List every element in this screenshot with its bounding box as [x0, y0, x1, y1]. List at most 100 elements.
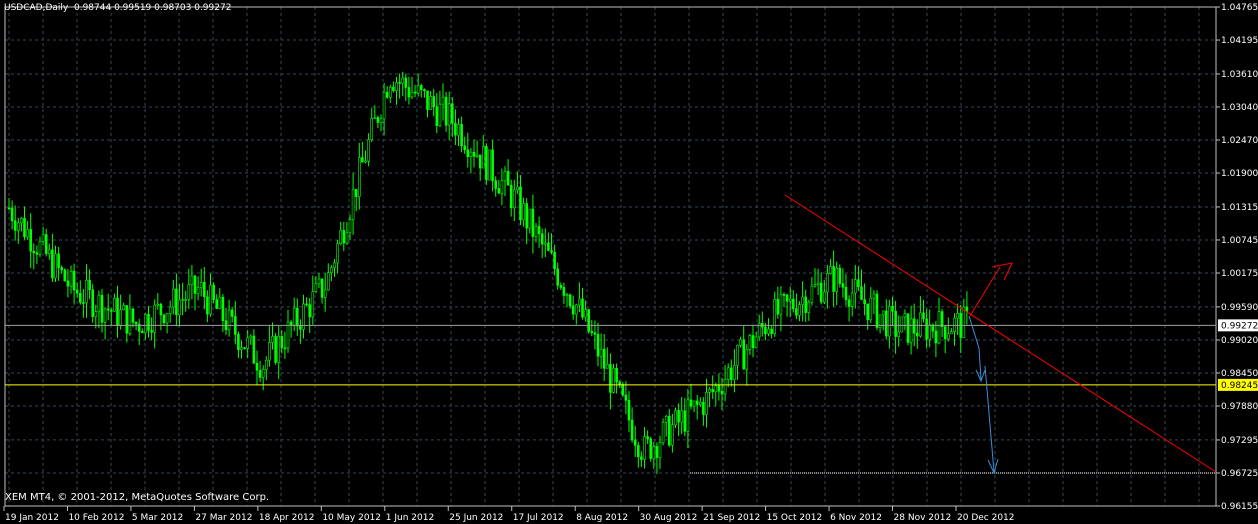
candle-body: [162, 314, 166, 324]
candle-body: [314, 283, 318, 292]
candle-body: [547, 242, 550, 251]
candle-body: [172, 288, 175, 308]
candle-body: [791, 298, 795, 309]
candle-body: [674, 410, 677, 426]
candle-body: [609, 364, 612, 393]
candle-body: [419, 85, 423, 90]
candle-body: [44, 234, 48, 255]
x-tick-label: 1 Jun 2012: [386, 513, 434, 523]
candle-body: [79, 292, 82, 303]
candle-body: [212, 284, 215, 300]
candle-body: [630, 419, 634, 441]
candle-body: [717, 385, 721, 392]
candle-body: [522, 203, 525, 221]
candle-body: [788, 298, 792, 302]
candle-body: [230, 309, 234, 317]
candle-body: [736, 344, 739, 366]
candle-body: [320, 278, 324, 298]
candle-body: [624, 394, 628, 401]
candle-body: [404, 77, 408, 88]
candle-body: [308, 304, 312, 318]
candle-body: [271, 336, 274, 343]
candle-body: [385, 91, 389, 98]
candle-body: [813, 284, 817, 287]
candle-body: [354, 188, 358, 197]
candle-body: [35, 252, 39, 255]
candle-body: [810, 285, 814, 303]
candle-body: [633, 439, 637, 446]
candle-body: [460, 124, 463, 147]
x-tick-label: 10 Feb 2012: [68, 513, 124, 523]
support-price-tag: 0.98245: [1221, 381, 1258, 391]
candle-body: [655, 446, 659, 458]
candle-body: [822, 291, 826, 303]
candle-body: [206, 296, 209, 315]
candle-body: [454, 122, 457, 136]
chart-header: USDCAD,Daily 0.98744 0.99519 0.98703 0.9…: [4, 3, 231, 13]
candle-body: [339, 230, 343, 245]
candle-body: [227, 309, 231, 331]
candle-body: [175, 288, 178, 316]
candle-body: [795, 308, 798, 316]
candle-body: [150, 330, 153, 333]
candle-body: [60, 267, 64, 271]
candle-body: [116, 297, 119, 326]
price-chart[interactable]: 1.04765 1.04195 1.03610 1.03040 1.02470 1.019…: [0, 0, 1258, 524]
current-price-tag: 0.99272: [1221, 321, 1258, 331]
candle-body: [134, 322, 138, 325]
candle-body: [742, 339, 746, 370]
candle-body: [376, 117, 380, 123]
candle-body: [317, 278, 321, 285]
candle-body: [826, 273, 829, 293]
candle-body: [550, 250, 553, 253]
candle-body: [153, 304, 156, 333]
y-tick-label: 0.98450: [1221, 369, 1258, 379]
candle-body: [636, 445, 640, 458]
candle-body: [770, 328, 773, 335]
candle-body: [351, 188, 355, 220]
candle-body: [652, 446, 656, 459]
candle-body: [950, 331, 953, 335]
candle-body: [801, 296, 804, 305]
candle-body: [922, 312, 925, 320]
candle-body: [500, 180, 504, 194]
candle-body: [113, 297, 116, 312]
candle-body: [246, 337, 249, 349]
candle-body: [512, 189, 516, 209]
candle-body: [54, 253, 57, 279]
candle-body: [131, 308, 135, 323]
candle-body: [618, 381, 622, 385]
candle-body: [88, 280, 91, 291]
candle-body: [590, 331, 594, 334]
candle-body: [785, 294, 789, 302]
candle-body: [683, 410, 687, 432]
candle-body: [884, 310, 888, 337]
x-tick-label: 6 Nov 2012: [830, 513, 882, 523]
candle-body: [900, 316, 904, 333]
candle-body: [860, 286, 863, 300]
candle-body: [299, 325, 302, 330]
candle-body: [388, 86, 392, 98]
plot-frame: [4, 6, 1217, 507]
candle-body: [280, 335, 284, 349]
candle-body: [103, 308, 107, 323]
candle-body: [190, 275, 194, 286]
candle-body: [946, 333, 950, 340]
chart-canvas[interactable]: 1.04765 1.04195 1.03610 1.03040 1.02470 1.019…: [0, 0, 1258, 524]
candle-body: [708, 388, 711, 393]
candle-body: [838, 267, 842, 284]
candle-body: [677, 410, 680, 423]
candle-body: [816, 282, 820, 285]
candle-body: [739, 339, 742, 346]
candle-body: [106, 308, 110, 311]
candle-body: [122, 305, 125, 311]
candle-body: [912, 318, 916, 334]
candle-body: [215, 299, 218, 309]
candle-body: [416, 85, 420, 94]
candle-body: [184, 299, 187, 301]
candle-body: [640, 456, 643, 460]
candle-body: [283, 347, 287, 350]
x-tick-label: 21 Sep 2012: [703, 513, 760, 523]
x-tick-label: 5 Mar 2012: [132, 513, 183, 523]
candle-body: [565, 294, 569, 297]
